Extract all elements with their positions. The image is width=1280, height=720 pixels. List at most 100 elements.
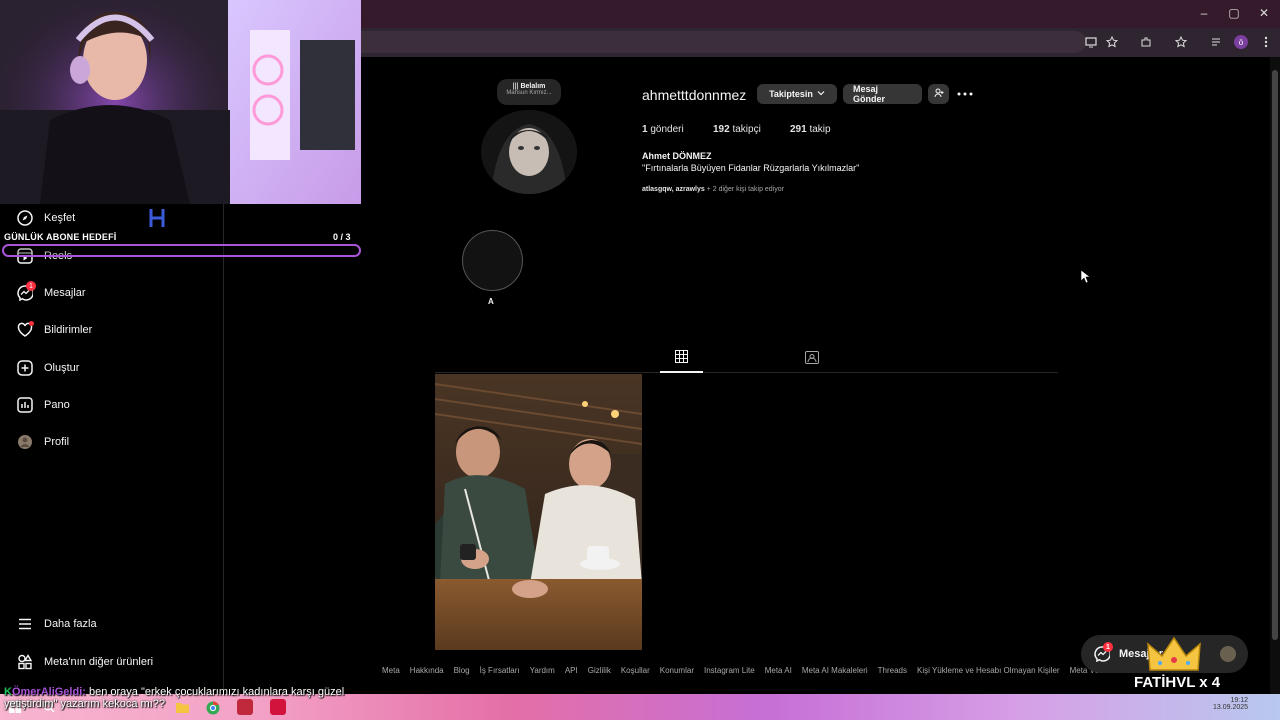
maximize-button[interactable]: ▢	[1225, 6, 1243, 22]
bookmark-star-icon[interactable]	[1104, 34, 1120, 50]
sidebar-item-label: Mesajlar	[44, 287, 86, 299]
following-stat[interactable]: 291 takip	[790, 124, 831, 135]
footer-link[interactable]: Hakkında	[410, 666, 444, 675]
compass-icon	[16, 209, 34, 227]
favorites-icon[interactable]	[1173, 34, 1189, 50]
posts-stat: 1 gönderi	[642, 124, 684, 135]
music-icon: |||	[512, 83, 519, 90]
post-thumbnail[interactable]	[435, 374, 642, 650]
story-highlight[interactable]	[462, 230, 523, 291]
clock-time: 19:12	[1230, 697, 1249, 704]
profile-full-name: Ahmet DÖNMEZ	[642, 151, 712, 161]
sidebar-item-label: Bildirimler	[44, 324, 93, 336]
footer-link[interactable]: Blog	[454, 666, 470, 675]
chat-text-line1: ben oraya "erkek çocuklarımızı kadınlara…	[88, 686, 345, 698]
footer-link[interactable]: Konumlar	[660, 666, 694, 675]
note-music-title: ||| Belalım	[512, 83, 546, 90]
footer-links: Meta Hakkında Blog İş Fırsatları Yardım …	[382, 666, 1116, 675]
sidebar-item-label: Pano	[44, 399, 70, 411]
browser-title-bar	[361, 0, 1280, 28]
scrollbar-thumb[interactable]	[1272, 70, 1278, 640]
footer-link[interactable]: Yardım	[530, 666, 555, 675]
tab-posts[interactable]	[673, 350, 689, 366]
chart-icon	[16, 396, 34, 414]
avatar	[1220, 646, 1236, 662]
followed-by-line[interactable]: atlasgqw, azrawlys + 2 diğer kişi takip …	[642, 186, 784, 193]
extensions-icon[interactable]	[1138, 34, 1154, 50]
profile-avatar[interactable]: ö	[1234, 35, 1248, 49]
sidebar-item-label: Daha fazla	[44, 618, 97, 630]
browser-menu-icon[interactable]	[1258, 34, 1274, 50]
profile-note-bubble[interactable]: ||| Belalım Mahsun Kırmız...	[497, 79, 561, 105]
minimize-button[interactable]: –	[1195, 6, 1213, 22]
footer-link[interactable]: İş Fırsatları	[480, 666, 520, 675]
profile-bio: "Fırtınalarla Büyüyen Fidanlar Rüzgarlar…	[642, 163, 860, 173]
sidebar-item-more[interactable]: Daha fazla	[16, 612, 97, 636]
footer-link[interactable]: Gizlilik	[588, 666, 611, 675]
profile-avatar-picture[interactable]	[481, 110, 577, 194]
tabs-divider	[435, 372, 1058, 373]
url-bar[interactable]	[361, 31, 1086, 53]
chat-username: ÖmerAliGeldi:	[11, 686, 86, 698]
tagged-user-icon	[805, 350, 819, 367]
footer-link[interactable]: Kişi Yükleme ve Hesabı Olmayan Kişiler	[917, 666, 1060, 675]
taskbar-clock: 19:12 13.09.2025	[1213, 697, 1248, 711]
mouse-cursor	[1080, 269, 1091, 284]
sidebar-item-label: Keşfet	[44, 212, 76, 224]
active-tab-indicator	[660, 371, 703, 373]
sidebar-item-create[interactable]: Oluştur	[16, 356, 79, 380]
note-music-artist: Mahsun Kırmız...	[506, 90, 552, 96]
chat-badge: K	[4, 686, 12, 698]
footer-link[interactable]: Threads	[878, 666, 907, 675]
sidebar-item-explore[interactable]: Keşfet	[16, 206, 75, 230]
close-button[interactable]: ✕	[1255, 6, 1273, 22]
streamer-logo-icon	[148, 207, 166, 229]
sidebar-item-label: Profil	[44, 436, 70, 448]
more-options-icon[interactable]	[955, 86, 975, 102]
footer-link[interactable]: Instagram Lite	[704, 666, 755, 675]
notification-dot	[29, 321, 34, 326]
clock-date: 13.09.2025	[1213, 704, 1249, 711]
heart-icon	[16, 321, 34, 339]
footer-link[interactable]: Meta AI	[765, 666, 792, 675]
following-button[interactable]: Takiptesin	[757, 84, 837, 104]
followers-stat[interactable]: 192 takipçi	[713, 124, 761, 135]
footer-link[interactable]: Koşullar	[621, 666, 650, 675]
sidebar-item-label: Oluştur	[44, 362, 80, 374]
plus-square-icon	[16, 359, 34, 377]
media-control-icon[interactable]	[1209, 34, 1225, 50]
sidebar-item-label: Meta'nın diğer ürünleri	[44, 656, 154, 668]
avatar-icon	[16, 433, 34, 451]
chat-overlay-message: KÖmerAliGeldi: ben oraya "erkek çocuklar…	[4, 686, 344, 710]
send-message-button[interactable]: Mesaj Gönder	[843, 84, 922, 104]
sub-goal-progress	[2, 244, 361, 257]
sub-goal-title: GÜNLÜK ABONE HEDEFİ	[4, 232, 117, 242]
webcam-overlay	[0, 0, 361, 204]
highlight-label: A	[488, 297, 494, 306]
chevron-down-icon	[817, 89, 825, 99]
sidebar-item-notifications[interactable]: Bildirimler	[16, 318, 92, 342]
grid-icon	[674, 350, 688, 366]
add-user-icon	[934, 88, 944, 100]
suggested-users-button[interactable]	[928, 84, 949, 104]
shapes-icon	[16, 653, 34, 671]
messages-badge: 1	[1103, 642, 1113, 652]
profile-username: ahmetttdonnmez	[642, 87, 747, 103]
chat-text-line2: yetiştirdim" yazarım kekoca mı??	[4, 698, 166, 710]
messenger-icon: 1	[16, 281, 36, 302]
footer-link[interactable]: API	[565, 666, 578, 675]
messenger-icon: 1	[1093, 642, 1113, 663]
sidebar-item-profile[interactable]: Profil	[16, 430, 69, 454]
sidebar-item-messages[interactable]: 1 Mesajlar	[16, 281, 86, 305]
sidebar-item-dashboard[interactable]: Pano	[16, 393, 70, 417]
install-app-icon[interactable]	[1083, 34, 1099, 50]
sub-goal-count: 0 / 3	[333, 232, 351, 242]
crown-icon	[1146, 636, 1202, 676]
tab-tagged[interactable]	[804, 350, 820, 366]
footer-link[interactable]: Meta	[382, 666, 400, 675]
footer-link[interactable]: Meta AI Makaleleri	[802, 666, 868, 675]
messages-badge: 1	[26, 281, 36, 291]
menu-icon	[16, 615, 34, 633]
sub-banner-text: FATİHVL x 4	[1134, 674, 1221, 691]
sidebar-item-meta-products[interactable]: Meta'nın diğer ürünleri	[16, 650, 153, 674]
